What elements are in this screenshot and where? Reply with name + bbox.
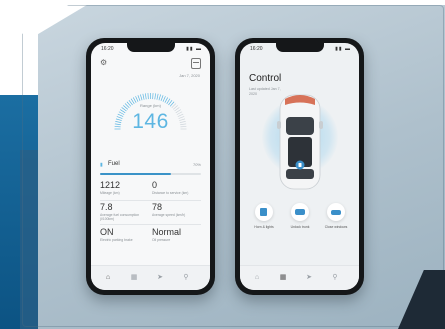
settings-icon[interactable]: ⚙ <box>100 58 107 67</box>
status-time: 16:20 <box>101 46 114 52</box>
fuel-icon: ▮ <box>100 162 103 168</box>
navigate-icon[interactable]: ➤ <box>155 273 165 283</box>
quick-actions: Horn & lights Unlock trunk Close windows <box>246 203 353 243</box>
phone-notch <box>276 43 324 52</box>
tab-bar: ⌂ ▦ ➤ ⚲ <box>240 265 359 290</box>
tab-bar: ⌂ ▦ ➤ ⚲ <box>91 265 210 290</box>
range-gauge: Range (km) 146 <box>105 83 196 153</box>
horn-lights-button[interactable]: Horn & lights <box>246 203 282 229</box>
signal-battery-icon: ▮▮ ▬ <box>186 46 202 52</box>
action-label: Unlock trunk <box>290 225 310 229</box>
profile-icon[interactable]: ⚲ <box>181 273 191 283</box>
gauge-tick <box>135 96 139 102</box>
dashboard-screen: 16:20 ▮▮ ▬ ⚙ Jan 7, 2020 Range (km) 146 … <box>91 43 210 290</box>
fuel-percent: 70% <box>192 162 201 167</box>
range-label: Range (km) <box>140 103 161 108</box>
stat-mileage: 1212 Mileage (km) <box>100 180 148 195</box>
stat-value: ON <box>100 227 114 237</box>
signal-battery-icon: ▮▮ ▬ <box>335 46 351 52</box>
gauge-tick <box>154 93 156 100</box>
gauge-tick <box>145 93 147 100</box>
trunk-icon <box>291 203 309 221</box>
dashboard-header: ⚙ <box>100 58 201 70</box>
gauge-tick <box>162 96 166 102</box>
close-windows-button[interactable]: Close windows <box>318 203 354 229</box>
fuel-progress-bar <box>100 173 201 175</box>
gauge-tick <box>158 94 161 101</box>
phone-notch <box>127 43 175 52</box>
control-screen: 16:20 ▮▮ ▬ Control Last updated Jan 7, 2… <box>240 43 359 290</box>
stat-value: 1212 <box>100 180 121 190</box>
unlock-trunk-button[interactable]: Unlock trunk <box>282 203 318 229</box>
gauge-tick <box>160 95 164 102</box>
gauge-tick <box>132 97 137 103</box>
horn-lights-icon <box>255 203 273 221</box>
action-label: Horn & lights <box>254 225 274 229</box>
gauge-tick <box>137 95 141 102</box>
car-window-icon <box>327 203 345 221</box>
phone-dashboard: 16:20 ▮▮ ▬ ⚙ Jan 7, 2020 Range (km) 146 … <box>86 38 215 295</box>
stat-desc: Oil pressure <box>152 238 171 242</box>
page-title: Control <box>249 73 282 84</box>
stat-value: 0 <box>152 180 158 190</box>
stat-desc: Average speed (km/h) <box>152 213 186 217</box>
home-icon[interactable]: ⌂ <box>252 273 262 283</box>
phone-control: 16:20 ▮▮ ▬ Control Last updated Jan 7, 2… <box>235 38 364 295</box>
grid-icon[interactable]: ▦ <box>129 273 139 283</box>
promo-canvas: 16:20 ▮▮ ▬ ⚙ Jan 7, 2020 Range (km) 146 … <box>0 0 445 329</box>
profile-icon[interactable]: ⚲ <box>330 273 340 283</box>
divider <box>100 224 201 225</box>
gauge-tick <box>164 97 169 103</box>
range-value: 146 <box>132 110 169 133</box>
stat-fuel-consumption: 7.8 Average fuel consumption (l/100km) <box>100 202 148 221</box>
status-time: 16:20 <box>250 46 263 52</box>
dashboard-date: Jan 7, 2020 <box>179 73 200 78</box>
car-illustration <box>277 94 323 190</box>
stat-desc: Distance to service (km) <box>152 191 189 195</box>
stat-average-speed: 78 Average speed (km/h) <box>152 202 200 217</box>
divider <box>100 200 201 201</box>
car-top-view <box>277 91 323 193</box>
action-label: Close windows <box>324 225 348 229</box>
fuel-progress-fill <box>100 173 171 175</box>
fuel-row: ▮ Fuel 70% <box>100 161 201 173</box>
stat-value: Normal <box>152 227 182 237</box>
stat-value: 7.8 <box>100 202 113 212</box>
gauge-tick <box>140 94 143 101</box>
home-icon[interactable]: ⌂ <box>103 273 113 283</box>
gauge-tick <box>142 93 145 100</box>
vehicle-info-icon[interactable] <box>191 58 201 69</box>
stat-oil-pressure: Normal Oil pressure <box>152 227 200 242</box>
stat-desc: Mileage (km) <box>100 191 120 195</box>
fuel-label: Fuel <box>108 161 120 167</box>
grid-icon[interactable]: ▦ <box>278 273 288 283</box>
stat-desc: Electric parking brake <box>100 238 133 242</box>
gauge-tick <box>156 93 159 100</box>
stat-parking-brake: ON Electric parking brake <box>100 227 148 242</box>
navigate-icon[interactable]: ➤ <box>304 273 314 283</box>
stat-service-distance: 0 Distance to service (km) <box>152 180 200 195</box>
stat-desc: Average fuel consumption (l/100km) <box>100 213 140 221</box>
stat-value: 78 <box>152 202 163 212</box>
